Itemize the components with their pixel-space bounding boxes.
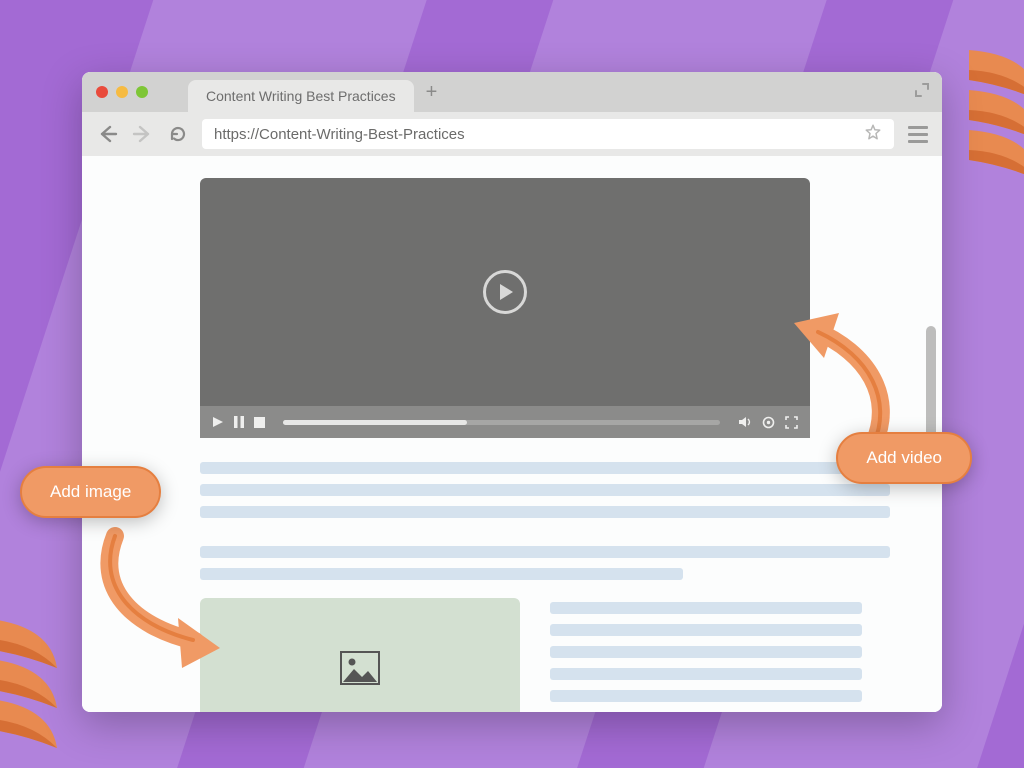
text-line — [550, 646, 862, 658]
flourish-top-right — [964, 40, 1024, 180]
volume-icon[interactable] — [738, 416, 752, 428]
image-placeholder[interactable] — [200, 598, 520, 712]
text-block-1 — [200, 462, 890, 518]
text-line — [200, 506, 890, 518]
minimize-icon[interactable] — [116, 86, 128, 98]
control-play-icon[interactable] — [212, 416, 224, 428]
arrow-to-image — [90, 526, 240, 676]
text-line — [550, 624, 862, 636]
callout-label: Add image — [50, 482, 131, 501]
text-block-3 — [550, 598, 862, 712]
settings-gear-icon[interactable] — [762, 416, 775, 429]
text-line — [550, 602, 862, 614]
tab-title: Content Writing Best Practices — [206, 88, 396, 104]
flourish-bottom-left — [0, 608, 65, 748]
forward-button[interactable] — [132, 124, 154, 144]
callout-add-video: Add video — [836, 432, 972, 484]
url-bar[interactable]: https://Content-Writing-Best-Practices — [202, 119, 894, 149]
callout-label: Add video — [866, 448, 942, 467]
play-icon — [500, 284, 513, 300]
back-button[interactable] — [96, 124, 118, 144]
video-controls — [200, 406, 810, 438]
image-icon — [340, 651, 380, 685]
text-line — [200, 462, 862, 474]
window-controls — [96, 86, 148, 98]
maximize-icon[interactable] — [136, 86, 148, 98]
arrow-to-video — [784, 308, 904, 448]
browser-tab[interactable]: Content Writing Best Practices — [188, 80, 414, 112]
url-text: https://Content-Writing-Best-Practices — [214, 126, 465, 143]
text-line — [200, 484, 890, 496]
plus-icon: + — [426, 81, 438, 103]
control-pause-icon[interactable] — [234, 416, 244, 428]
play-button[interactable] — [483, 270, 527, 314]
text-line — [550, 690, 862, 702]
text-line — [550, 668, 862, 680]
toolbar: https://Content-Writing-Best-Practices — [82, 112, 942, 156]
text-block-2 — [200, 546, 890, 580]
new-tab-button[interactable]: + — [426, 82, 438, 102]
control-stop-icon[interactable] — [254, 417, 265, 428]
expand-icon[interactable] — [914, 82, 930, 103]
bookmark-star-icon[interactable] — [864, 123, 882, 145]
menu-button[interactable] — [908, 126, 928, 143]
video-progress[interactable] — [283, 420, 720, 425]
titlebar: Content Writing Best Practices + — [82, 72, 942, 112]
close-icon[interactable] — [96, 86, 108, 98]
two-column-row — [200, 598, 862, 712]
video-player[interactable] — [200, 178, 810, 438]
reload-button[interactable] — [168, 124, 188, 144]
video-progress-fill — [283, 420, 467, 425]
text-line — [200, 568, 683, 580]
text-line — [200, 546, 890, 558]
callout-add-image: Add image — [20, 466, 161, 518]
